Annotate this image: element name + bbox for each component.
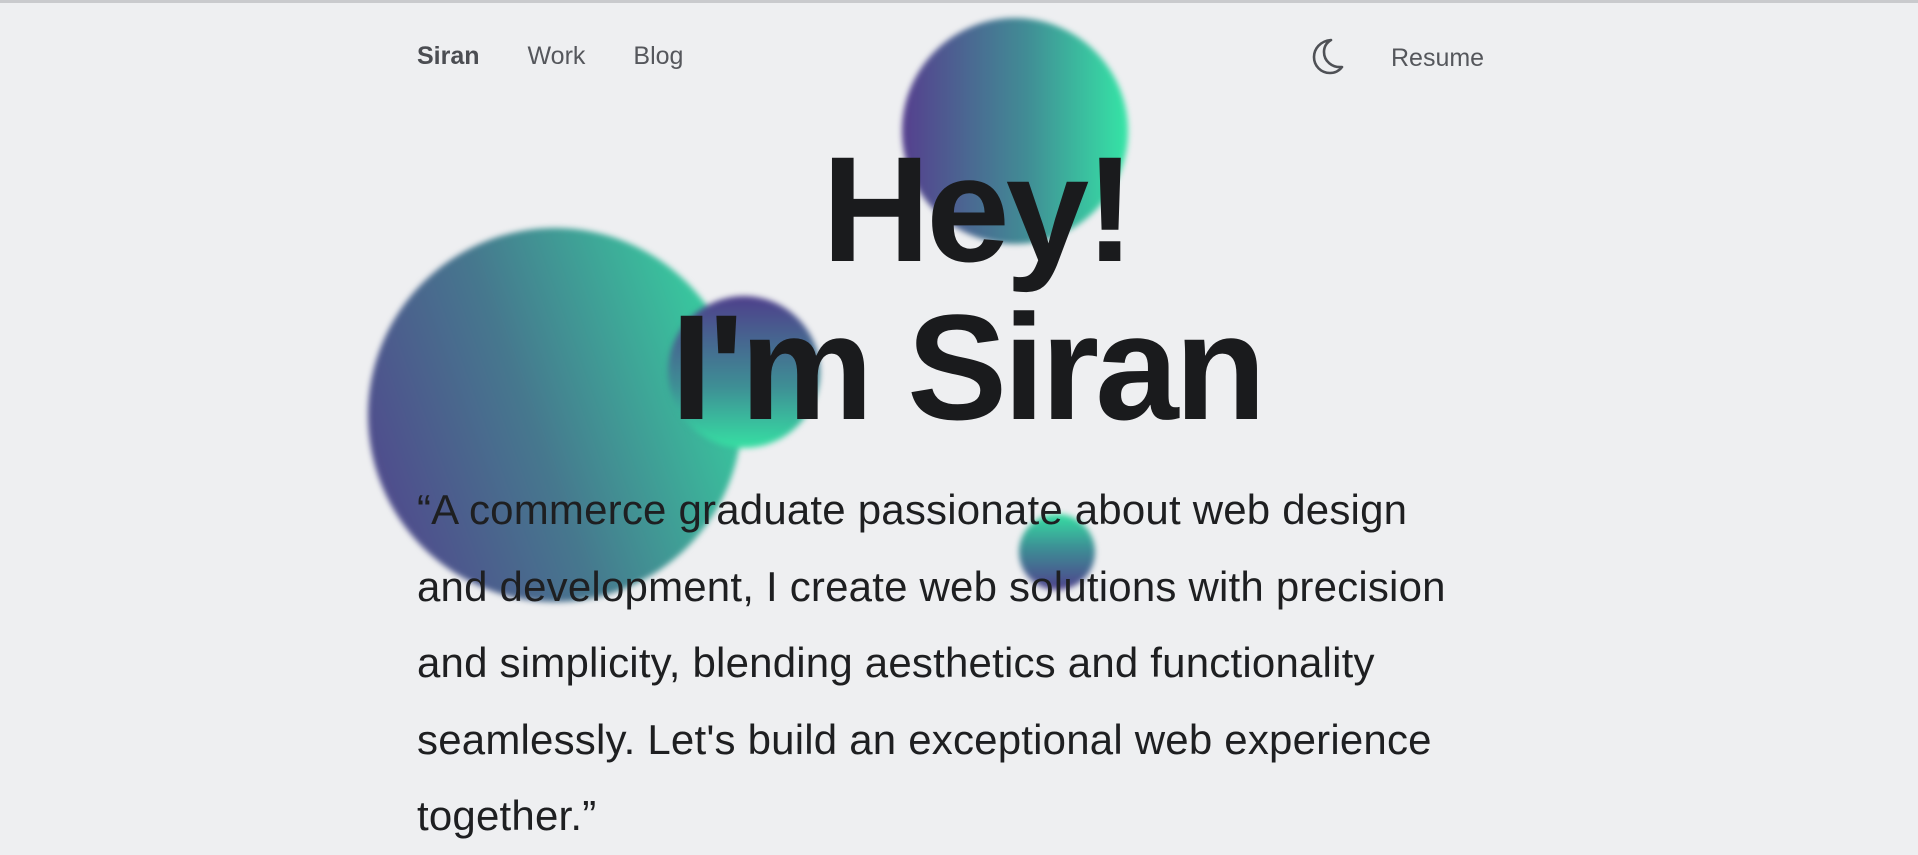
resume-link[interactable]: Resume xyxy=(1391,40,1484,73)
moon-icon xyxy=(1312,38,1344,75)
hero-title-line-1: Hey! xyxy=(821,125,1135,293)
nav-link-work[interactable]: Work xyxy=(528,42,586,71)
hero-title: Hey! I'm Siran xyxy=(0,130,1918,446)
nav-link-blog[interactable]: Blog xyxy=(633,42,683,71)
theme-toggle-button[interactable] xyxy=(1309,36,1345,76)
intro-paragraph: “A commerce graduate passionate about we… xyxy=(417,486,1446,839)
hero-title-line-2: I'm Siran xyxy=(670,283,1267,451)
main-nav: Siran Work Blog xyxy=(417,42,683,71)
brand-link[interactable]: Siran xyxy=(417,42,480,71)
window-top-border xyxy=(0,0,1918,3)
nav-actions: Resume xyxy=(1309,36,1484,76)
